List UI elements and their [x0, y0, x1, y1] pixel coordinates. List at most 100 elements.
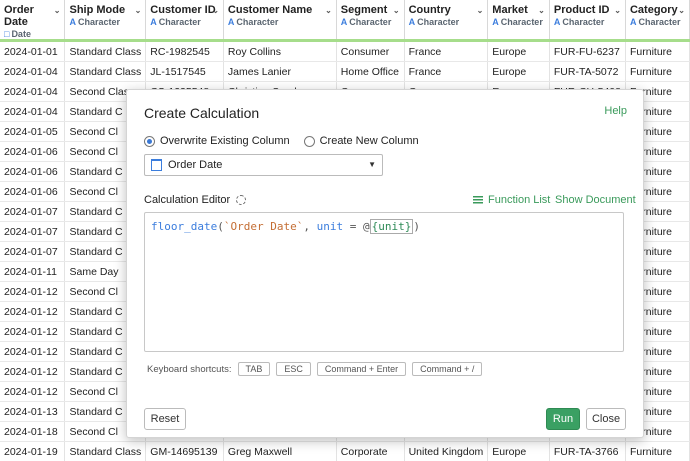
- table-cell[interactable]: 2024-01-04: [0, 61, 66, 82]
- new-column-radio[interactable]: [303, 135, 315, 147]
- code-keyword: unit: [316, 220, 344, 233]
- list-icon: [473, 196, 483, 204]
- table-cell[interactable]: 2024-01-19: [0, 441, 66, 461]
- code-assign: = @: [343, 220, 370, 233]
- table-cell[interactable]: 2024-01-12: [0, 361, 66, 382]
- table-cell[interactable]: 2024-01-12: [0, 341, 66, 362]
- character-type-icon: A: [629, 17, 637, 27]
- overwrite-radio[interactable]: [144, 135, 155, 147]
- column-header[interactable]: Product ID A Character ⌄: [549, 0, 626, 39]
- table-cell[interactable]: 2024-01-05: [0, 121, 66, 142]
- table-cell[interactable]: 2024-01-13: [0, 401, 66, 422]
- gear-icon[interactable]: [236, 195, 247, 205]
- table-cell[interactable]: 2024-01-06: [0, 141, 66, 162]
- chevron-down-icon[interactable]: ⌄: [135, 6, 142, 15]
- help-link[interactable]: Help: [604, 105, 627, 117]
- chevron-down-icon[interactable]: ⌄: [538, 6, 545, 15]
- column-header[interactable]: Market A Character ⌄: [487, 0, 550, 39]
- table-cell[interactable]: 2024-01-04: [0, 101, 66, 122]
- table-cell[interactable]: Greg Maxwell: [223, 441, 337, 461]
- table-cell[interactable]: 2024-01-11: [0, 261, 66, 282]
- table-cell[interactable]: France: [404, 42, 489, 62]
- table-cell[interactable]: France: [404, 61, 489, 82]
- table-cell[interactable]: JL-1517545: [145, 61, 224, 82]
- table-cell[interactable]: FUR-TA-5072: [549, 61, 626, 82]
- show-document-link[interactable]: Show Document: [555, 194, 636, 206]
- table-cell[interactable]: 2024-01-12: [0, 301, 66, 322]
- table-cell[interactable]: 2024-01-07: [0, 201, 66, 222]
- overwrite-option[interactable]: Overwrite Existing Column: [144, 135, 290, 147]
- table-cell[interactable]: Standard Class: [64, 42, 147, 62]
- table-cell[interactable]: Consumer: [336, 42, 405, 62]
- column-type-label: Character: [158, 17, 201, 27]
- reset-button[interactable]: Reset: [144, 408, 186, 430]
- table-cell[interactable]: 2024-01-06: [0, 181, 66, 202]
- chevron-down-icon[interactable]: ⌄: [54, 6, 61, 15]
- table-cell[interactable]: FUR-TA-3766: [549, 441, 626, 461]
- table-cell[interactable]: RC-1982545: [145, 42, 224, 62]
- column-header-name: Segment: [340, 4, 388, 16]
- table-cell[interactable]: Standard Class: [64, 61, 147, 82]
- table-cell[interactable]: Standard Class: [64, 441, 147, 461]
- column-header[interactable]: Customer Name A Character ⌄: [223, 0, 337, 39]
- table-cell[interactable]: Europe: [487, 42, 550, 62]
- table-cell[interactable]: United Kingdom: [404, 441, 489, 461]
- character-type-icon: A: [553, 17, 561, 27]
- table-cell[interactable]: 2024-01-06: [0, 161, 66, 182]
- chevron-down-icon[interactable]: ⌄: [212, 6, 219, 15]
- column-type-label: Character: [77, 17, 121, 27]
- function-list-link[interactable]: Function List: [473, 194, 550, 206]
- table-cell[interactable]: Home Office: [336, 61, 405, 82]
- header-row: Order Date □ Date ⌄ Ship Mode A Character ⌄ Cust…: [0, 0, 690, 39]
- column-header[interactable]: Category A Character ⌄: [625, 0, 690, 39]
- code-separator: ,: [303, 220, 317, 233]
- column-header[interactable]: Segment A Character ⌄: [336, 0, 405, 39]
- chevron-down-icon[interactable]: ⌄: [678, 6, 685, 15]
- column-type-label: Character: [562, 17, 605, 27]
- chevron-down-icon[interactable]: ⌄: [614, 6, 621, 15]
- table-cell[interactable]: Furniture: [625, 441, 690, 461]
- table-cell[interactable]: 2024-01-12: [0, 321, 66, 342]
- table-row: 2024-01-19 Standard Class GM-14695139 Greg …: [0, 441, 690, 461]
- character-type-icon: A: [69, 17, 76, 27]
- table-cell[interactable]: 2024-01-07: [0, 241, 66, 262]
- table-cell[interactable]: 2024-01-12: [0, 381, 66, 402]
- column-header-name: Customer Name: [227, 4, 313, 16]
- calculation-editor-label: Calculation Editor: [144, 194, 231, 206]
- table-cell[interactable]: 2024-01-18: [0, 421, 66, 442]
- column-select[interactable]: Order Date ▼: [144, 154, 383, 176]
- table-cell[interactable]: James Lanier: [223, 61, 337, 82]
- column-header-name: Category: [629, 4, 678, 16]
- table-cell[interactable]: 2024-01-01: [0, 42, 66, 62]
- table-cell[interactable]: 2024-01-12: [0, 281, 66, 302]
- column-header[interactable]: Order Date □ Date ⌄: [0, 0, 66, 39]
- table-cell[interactable]: 2024-01-04: [0, 81, 66, 102]
- new-column-option[interactable]: Create New Column: [303, 135, 419, 147]
- close-button[interactable]: Close: [586, 408, 626, 430]
- chevron-down-icon[interactable]: ⌄: [477, 6, 484, 15]
- table-cell[interactable]: Europe: [487, 441, 550, 461]
- character-type-icon: A: [150, 17, 157, 27]
- table-cell[interactable]: Furniture: [625, 61, 690, 82]
- column-type: A Character: [341, 17, 400, 27]
- column-header[interactable]: Ship Mode A Character ⌄: [64, 0, 147, 39]
- table-cell[interactable]: Corporate: [336, 441, 405, 461]
- column-header-name: Market: [492, 4, 528, 16]
- column-header[interactable]: Country A Character ⌄: [404, 0, 489, 39]
- table-cell[interactable]: Furniture: [625, 42, 690, 62]
- chevron-down-icon[interactable]: ⌄: [325, 6, 332, 15]
- table-cell[interactable]: Europe: [487, 61, 550, 82]
- column-header[interactable]: Customer ID A Character ⌄: [145, 0, 224, 39]
- table-cell[interactable]: 2024-01-07: [0, 221, 66, 242]
- run-button[interactable]: Run: [546, 408, 580, 430]
- shortcut-key: TAB: [237, 362, 271, 376]
- table-cell[interactable]: Roy Collins: [223, 42, 337, 62]
- column-type: A Character: [554, 17, 621, 27]
- chevron-down-icon[interactable]: ⌄: [393, 6, 400, 15]
- table-cell[interactable]: FUR-FU-6237: [549, 42, 626, 62]
- calculation-editor[interactable]: floor_date(`Order Date`, unit = @ {unit}): [144, 212, 624, 352]
- column-type-label: Date: [11, 29, 31, 39]
- table-cell[interactable]: GM-14695139: [145, 441, 224, 461]
- column-type-label: Character: [500, 17, 543, 27]
- shortcut-key: ESC: [276, 362, 311, 376]
